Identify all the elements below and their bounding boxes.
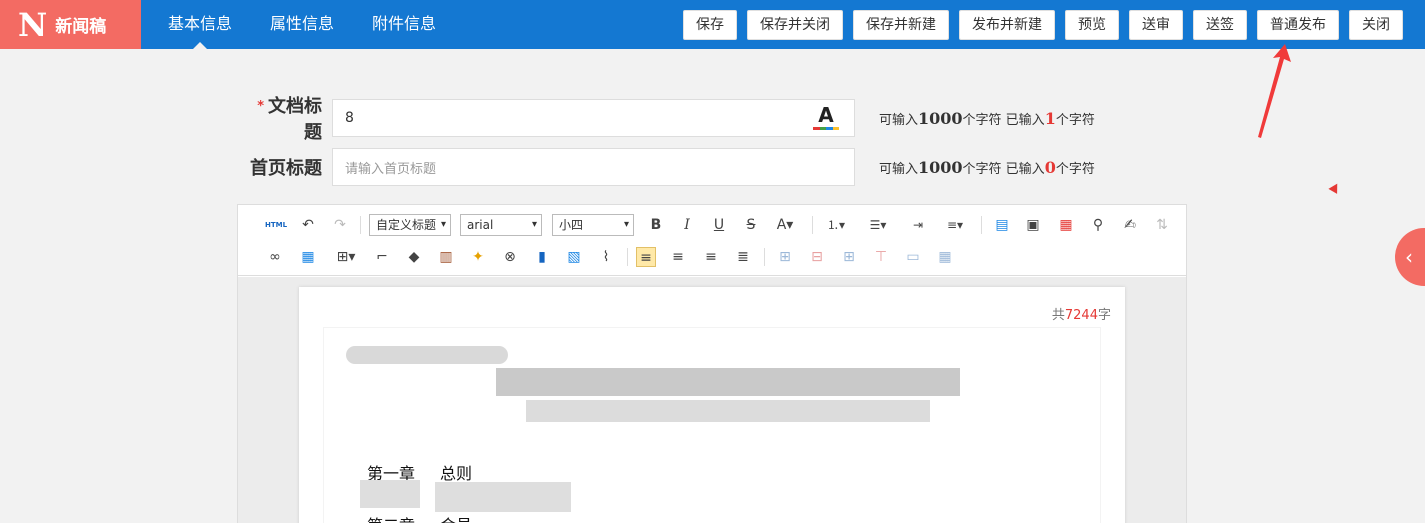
toolbar-divider — [764, 248, 765, 266]
merge-cells-icon[interactable]: ▭ — [903, 247, 923, 267]
attachment-icon[interactable]: ⌇ — [596, 247, 616, 267]
font-color-icon[interactable]: A — [812, 105, 840, 133]
word-count: 共7244字 — [1051, 308, 1111, 323]
ordered-list-icon[interactable]: ⒈▾ — [826, 215, 846, 235]
underline-icon[interactable]: U — [709, 215, 729, 235]
save-button[interactable]: 保存 — [683, 10, 737, 40]
chapter-2-label: 第二章 — [367, 512, 415, 523]
split-cells-icon[interactable]: ▦ — [935, 247, 955, 267]
home-title-row: 首页标题 请输入首页标题 可输入1000个字符 已输入0个字符 — [240, 148, 1095, 186]
brand-logo: N — [18, 5, 48, 44]
redo-icon[interactable]: ↷ — [330, 215, 350, 235]
toolbar-divider — [627, 248, 628, 266]
save-new-button[interactable]: 保存并新建 — [853, 10, 949, 40]
tab-bar: 基本信息 属性信息 附件信息 — [149, 0, 455, 49]
align-right-icon[interactable]: ≡ — [701, 247, 721, 267]
paragraph-format-icon[interactable]: ▤ — [992, 215, 1012, 235]
annotation-arrow-icon — [1258, 44, 1291, 138]
redacted-subtitle — [526, 400, 930, 422]
align-left-icon[interactable]: ≡ — [636, 247, 656, 267]
indent-icon[interactable]: ⇥ — [908, 215, 928, 235]
doc-title-input[interactable]: 8 A — [332, 99, 855, 137]
line-height-icon[interactable]: ≡▾ — [945, 215, 965, 235]
tab-attribute-info[interactable]: 属性信息 — [251, 0, 353, 49]
annotation-marker-icon — [1328, 181, 1342, 194]
home-title-hint: 可输入1000个字符 已输入0个字符 — [879, 157, 1095, 177]
rich-text-editor: HTML ↶ ↷ 自定义标题 arial 小四 B I U S A▾ ⒈▾ ☰▾… — [237, 204, 1187, 523]
justify-icon[interactable]: ≣ — [733, 247, 753, 267]
home-title-placeholder: 请输入首页标题 — [345, 161, 437, 177]
undo-icon[interactable]: ↶ — [298, 215, 318, 235]
tab-basic-info[interactable]: 基本信息 — [149, 0, 251, 49]
signature-icon[interactable]: ✍ — [1120, 215, 1140, 235]
required-mark: * — [257, 99, 264, 114]
text-direction-icon[interactable]: ⇅ — [1152, 215, 1172, 235]
doc-title-hint: 可输入1000个字符 已输入1个字符 — [879, 108, 1095, 128]
image-icon[interactable]: ▣ — [1023, 215, 1043, 235]
home-title-input[interactable]: 请输入首页标题 — [332, 148, 855, 186]
chapter-2-title: 会员 — [440, 512, 472, 523]
doc-title-label: * 文档标题 — [257, 96, 322, 143]
media-icon[interactable]: ▦ — [1056, 215, 1076, 235]
home-title-label: 首页标题 — [250, 158, 322, 179]
document-content: 第一章 总则 第二章 会员 — [323, 327, 1101, 523]
magic-wand-icon[interactable]: ✦ — [468, 247, 488, 267]
font-family-select[interactable]: arial — [460, 214, 542, 236]
chapter-1-title: 总则 — [440, 464, 473, 483]
redacted-title — [496, 368, 960, 396]
font-color-dropdown-icon[interactable]: A▾ — [775, 215, 795, 235]
tab-attachment-info[interactable]: 附件信息 — [353, 0, 455, 49]
link-icon[interactable]: ∞ — [265, 247, 285, 267]
format-painter-icon[interactable]: ⌐ — [372, 247, 392, 267]
heading-select[interactable]: 自定义标题 — [369, 214, 451, 236]
toolbar-divider — [812, 216, 813, 234]
editor-page[interactable]: 共7244字 第一章 总则 第二章 会员 — [299, 287, 1125, 523]
doc-title-row: * 文档标题 8 A 可输入1000个字符 已输入1个字符 — [240, 92, 1095, 144]
bold-icon[interactable]: B — [646, 215, 666, 235]
unordered-list-icon[interactable]: ☰▾ — [868, 215, 888, 235]
table-icon[interactable]: ▦ — [298, 247, 318, 267]
brand-title: 新闻稿 — [55, 17, 107, 37]
publish-new-button[interactable]: 发布并新建 — [959, 10, 1055, 40]
brand: N 新闻稿 — [0, 0, 141, 49]
action-bar: 保存 保存并关闭 保存并新建 发布并新建 预览 送审 送签 普通发布 关闭 — [673, 10, 1403, 40]
submit-sign-button[interactable]: 送签 — [1193, 10, 1247, 40]
insert-row-icon[interactable]: ⊞ — [775, 247, 795, 267]
redacted-text — [435, 482, 571, 512]
editor-toolbar: HTML ↶ ↷ 自定义标题 arial 小四 B I U S A▾ ⒈▾ ☰▾… — [238, 205, 1186, 276]
font-size-select[interactable]: 小四 — [552, 214, 634, 236]
delete-column-icon[interactable]: ⊤ — [871, 247, 891, 267]
normal-publish-button[interactable]: 普通发布 — [1257, 10, 1339, 40]
doc-title-value: 8 — [345, 110, 354, 126]
table-grid-dropdown-icon[interactable]: ⊞▾ — [336, 247, 356, 267]
save-close-button[interactable]: 保存并关闭 — [747, 10, 843, 40]
delete-row-icon[interactable]: ⊟ — [807, 247, 827, 267]
video-icon[interactable]: ▮ — [532, 247, 552, 267]
submit-review-button[interactable]: 送审 — [1129, 10, 1183, 40]
template-icon[interactable]: ▧ — [564, 247, 584, 267]
top-bar: N 新闻稿 基本信息 属性信息 附件信息 保存 保存并关闭 保存并新建 发布并新… — [0, 0, 1425, 49]
strikethrough-icon[interactable]: S — [741, 215, 761, 235]
eraser-icon[interactable]: ◆ — [404, 247, 424, 267]
editor-canvas: 共7244字 第一章 总则 第二章 会员 — [238, 277, 1186, 523]
italic-icon[interactable]: I — [677, 215, 697, 235]
html-source-icon[interactable]: HTML — [265, 215, 287, 235]
redacted-text — [360, 480, 420, 508]
find-replace-icon[interactable]: ⊗ — [500, 247, 520, 267]
link-chain-icon[interactable]: ⚲ — [1088, 215, 1108, 235]
preview-button[interactable]: 预览 — [1065, 10, 1119, 40]
close-button[interactable]: 关闭 — [1349, 10, 1403, 40]
collapse-left-icon[interactable]: ‹ — [1395, 228, 1425, 286]
toolbar-divider — [981, 216, 982, 234]
align-center-icon[interactable]: ≡ — [668, 247, 688, 267]
insert-column-icon[interactable]: ⊞ — [839, 247, 859, 267]
toolbar-divider — [360, 216, 361, 234]
redacted-text — [346, 346, 508, 364]
paste-text-icon[interactable]: ▥ — [436, 247, 456, 267]
